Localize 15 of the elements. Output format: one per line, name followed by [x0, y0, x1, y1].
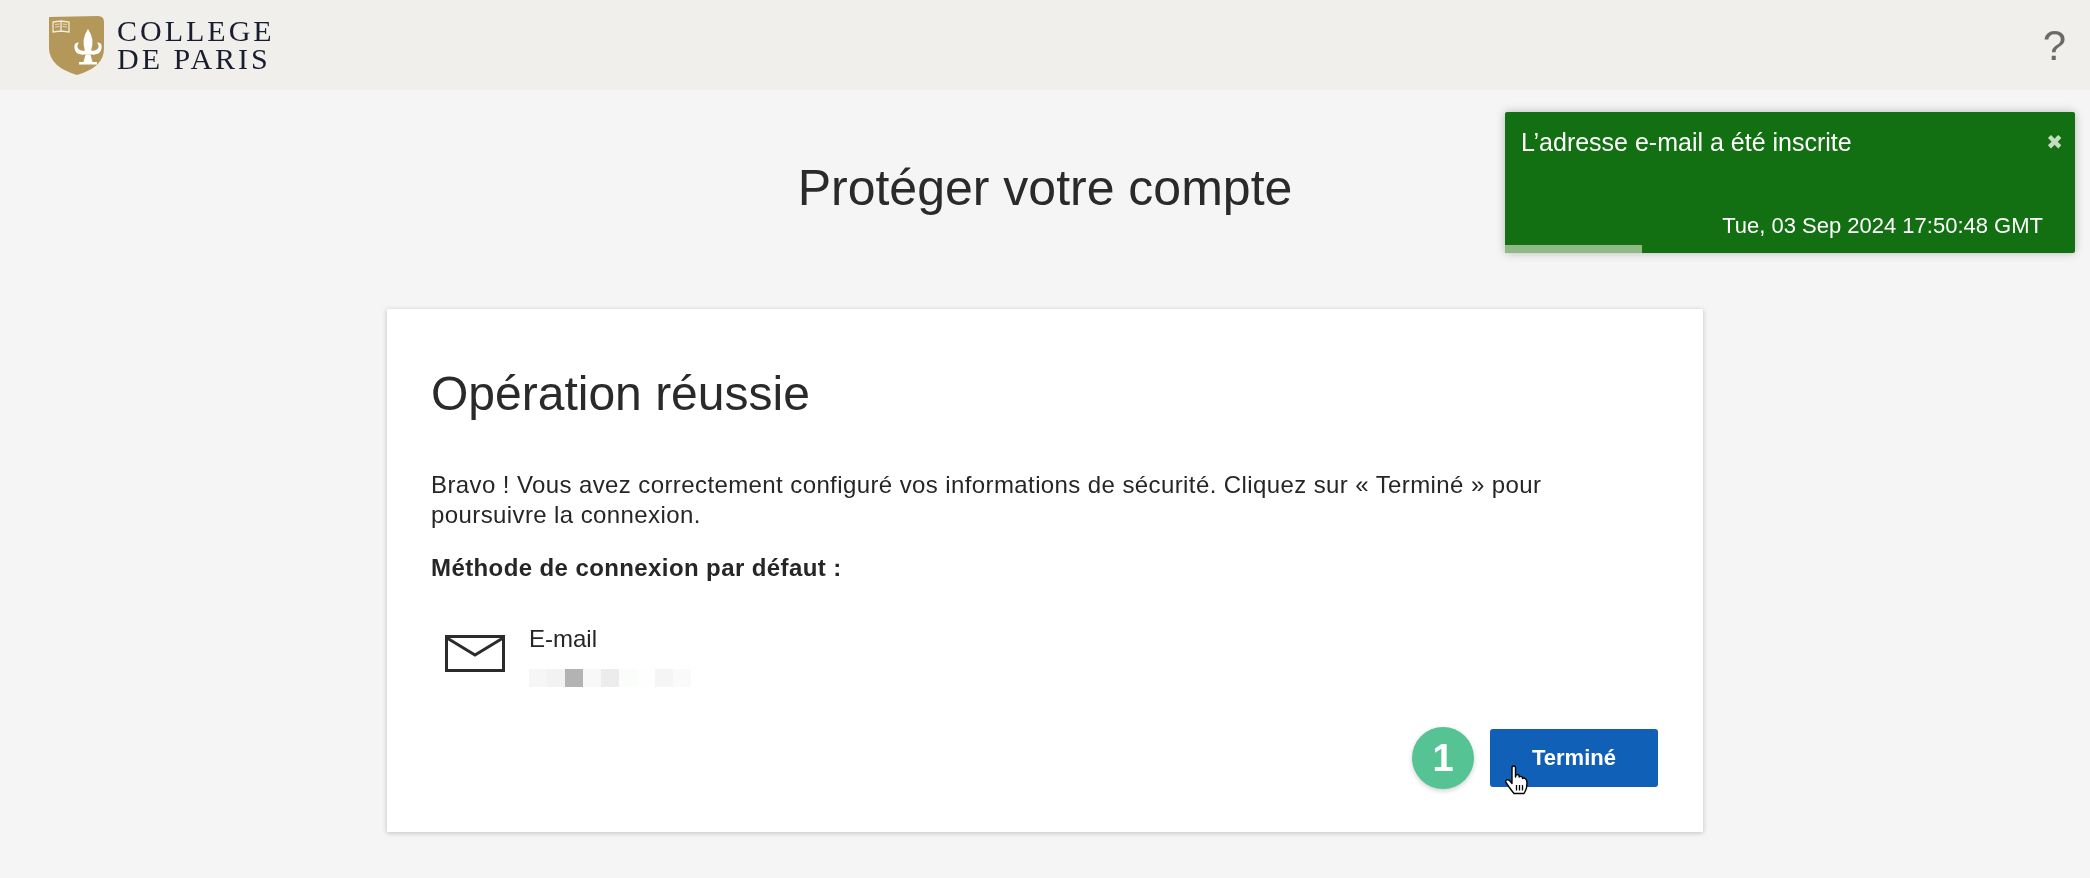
- help-button[interactable]: ?: [2042, 24, 2066, 68]
- envelope-icon: [445, 635, 505, 672]
- done-button[interactable]: Terminé: [1490, 729, 1658, 787]
- hand-cursor-icon: [1504, 765, 1530, 795]
- close-button[interactable]: ✖: [2046, 131, 2063, 153]
- shield-logo-icon: [48, 14, 105, 76]
- page-title: Protéger votre compte: [797, 159, 1293, 217]
- method-name: E-mail: [529, 625, 597, 653]
- logo-wordmark: COLLEGE DE PARIS: [117, 17, 275, 73]
- method-label: Méthode de connexion par défaut :: [431, 553, 842, 583]
- toast-timestamp: Tue, 03 Sep 2024 17:50:48 GMT: [1722, 213, 2043, 239]
- toast-message: L’adresse e-mail a été inscrite: [1521, 127, 1852, 157]
- step-number-badge: 1: [1412, 727, 1474, 789]
- success-message: Bravo ! Vous avez correctement configuré vos informations de sécurité. Cliquez sur « Terminé » pour poursuivre la connexion.: [431, 470, 1543, 530]
- card-title: Opération réussie: [431, 366, 811, 422]
